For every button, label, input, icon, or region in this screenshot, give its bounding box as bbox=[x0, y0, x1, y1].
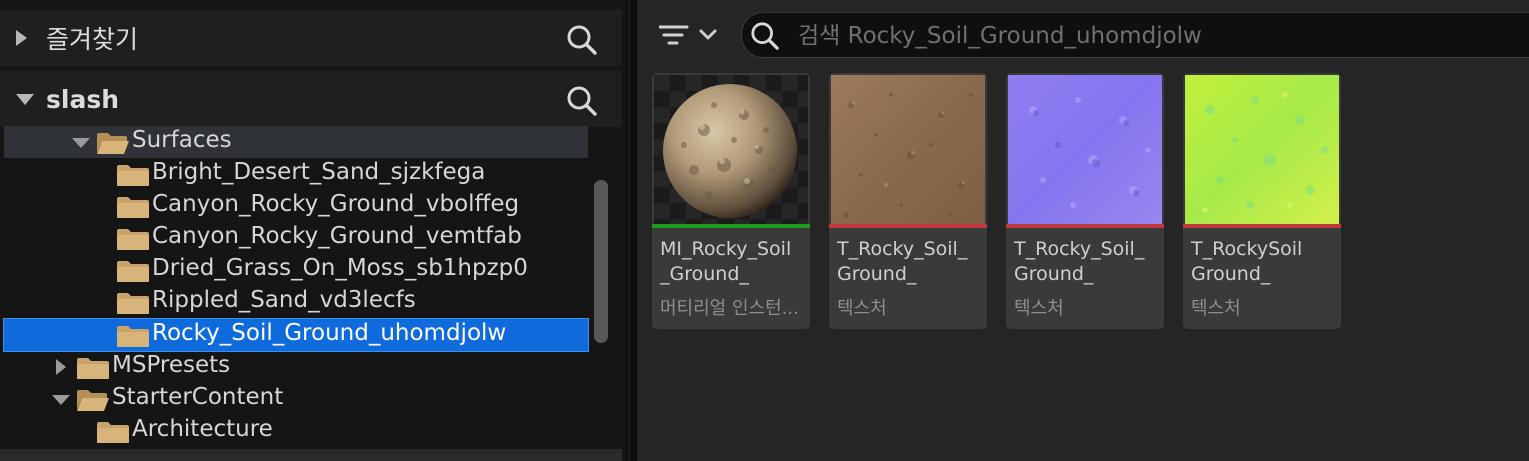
tree-item-rippled-sand[interactable]: Rippled_Sand_vd3lecfs bbox=[4, 286, 588, 318]
content-browser-sources-panel: 즐겨찾기 slash Surfaces Bright_Desert_Sand_s… bbox=[0, 0, 625, 461]
folder-tree: Surfaces Bright_Desert_Sand_sjzkfega Can… bbox=[0, 126, 600, 456]
collapse-arrow-icon[interactable] bbox=[16, 93, 34, 105]
tree-item-label: Rippled_Sand_vd3lecfs bbox=[152, 287, 416, 313]
asset-tile[interactable]: T_Rocky_Soil_ Ground_ 텍스처 bbox=[1006, 73, 1164, 329]
asset-tile[interactable]: T_Rocky_Soil_ Ground_ 텍스처 bbox=[829, 73, 987, 329]
tree-item-canyon-rocky-ground-vbolffeg[interactable]: Canyon_Rocky_Ground_vbolffeg bbox=[4, 190, 588, 222]
asset-search-input[interactable] bbox=[796, 19, 1500, 53]
asset-type-bar-texture bbox=[1006, 224, 1164, 228]
tree-item-dried-grass-on-moss[interactable]: Dried_Grass_On_Moss_sb1hpzp0 bbox=[4, 254, 588, 286]
texture-thumbnail-albedo bbox=[831, 75, 985, 225]
filter-button[interactable] bbox=[659, 20, 721, 52]
asset-type-bar-texture bbox=[829, 224, 987, 228]
tree-scrollbar-thumb[interactable] bbox=[594, 180, 608, 343]
search-icon[interactable] bbox=[566, 85, 598, 117]
folder-icon bbox=[116, 163, 150, 187]
texture-thumbnail-normal bbox=[1008, 75, 1162, 225]
tree-item-bright-desert-sand[interactable]: Bright_Desert_Sand_sjzkfega bbox=[4, 158, 588, 190]
folder-icon bbox=[76, 356, 110, 380]
folder-icon bbox=[96, 420, 130, 444]
asset-name: T_RockySoil Ground_ bbox=[1191, 238, 1303, 285]
asset-name: T_Rocky_Soil_ Ground_ bbox=[837, 238, 968, 285]
texture-thumbnail-orm bbox=[1185, 75, 1339, 225]
chevron-down-icon bbox=[699, 29, 717, 40]
tree-item-label: Dried_Grass_On_Moss_sb1hpzp0 bbox=[152, 255, 528, 281]
tree-item-label: Canyon_Rocky_Ground_vbolffeg bbox=[152, 191, 520, 217]
expand-arrow-icon[interactable] bbox=[16, 30, 27, 46]
tree-item-label: Bright_Desert_Sand_sjzkfega bbox=[152, 159, 486, 185]
collapse-arrow-icon[interactable] bbox=[72, 138, 90, 148]
asset-tile[interactable]: MI_Rocky_Soil _Ground_ 머티리얼 인스턴... bbox=[652, 73, 810, 329]
filter-icon bbox=[659, 25, 689, 45]
tree-item-architecture[interactable]: Architecture bbox=[4, 415, 588, 447]
folder-icon bbox=[116, 259, 150, 283]
tree-item-canyon-rocky-ground-vemtfab[interactable]: Canyon_Rocky_Ground_vemtfab bbox=[4, 222, 588, 254]
asset-type-bar-texture bbox=[1183, 224, 1341, 228]
asset-name: T_Rocky_Soil_ Ground_ bbox=[1014, 238, 1145, 285]
asset-type: 텍스처 bbox=[837, 298, 887, 319]
folder-icon bbox=[116, 324, 150, 348]
favorites-header[interactable]: 즐겨찾기 bbox=[0, 10, 622, 66]
collapse-arrow-icon[interactable] bbox=[52, 395, 70, 405]
search-icon bbox=[750, 21, 780, 51]
tree-item-rocky-soil-ground[interactable]: Rocky_Soil_Ground_uhomdjolw bbox=[3, 318, 589, 352]
tree-item-label: StarterContent bbox=[112, 384, 284, 410]
folder-icon bbox=[116, 195, 150, 219]
favorites-title: 즐겨찾기 bbox=[46, 25, 139, 54]
tree-item-label: Surfaces bbox=[132, 127, 232, 153]
material-thumbnail bbox=[654, 75, 808, 225]
tree-item-label: Rocky_Soil_Ground_uhomdjolw bbox=[152, 320, 507, 346]
asset-tile[interactable]: T_RockySoil Ground_ 텍스처 bbox=[1183, 73, 1341, 329]
project-header[interactable]: slash bbox=[0, 71, 622, 127]
tree-item-startercontent[interactable]: StarterContent bbox=[4, 383, 588, 415]
folder-icon bbox=[116, 227, 150, 251]
asset-name: MI_Rocky_Soil _Ground_ bbox=[660, 238, 792, 285]
search-icon[interactable] bbox=[566, 24, 598, 56]
splitter-line bbox=[628, 0, 630, 461]
tree-item-label: MSPresets bbox=[112, 352, 231, 378]
tree-item-label: Architecture bbox=[132, 416, 273, 442]
expand-arrow-icon[interactable] bbox=[56, 359, 66, 375]
project-title: slash bbox=[46, 84, 119, 114]
asset-view-panel: MI_Rocky_Soil _Ground_ 머티리얼 인스턴... T_Roc… bbox=[637, 0, 1529, 461]
panel-splitter[interactable] bbox=[625, 0, 637, 461]
asset-type-bar-material bbox=[652, 224, 810, 228]
asset-search-box[interactable] bbox=[741, 12, 1529, 58]
folder-icon bbox=[116, 291, 150, 315]
tree-item-label: Canyon_Rocky_Ground_vemtfab bbox=[152, 223, 522, 249]
tree-item-mspresets[interactable]: MSPresets bbox=[4, 351, 588, 383]
asset-type: 텍스처 bbox=[1014, 298, 1064, 319]
folder-open-icon bbox=[96, 131, 130, 155]
folder-open-icon bbox=[76, 388, 110, 412]
tree-item-surfaces[interactable]: Surfaces bbox=[4, 126, 588, 158]
asset-type: 머티리얼 인스턴... bbox=[660, 298, 799, 319]
asset-type: 텍스처 bbox=[1191, 298, 1241, 319]
tree-scrollbar[interactable] bbox=[594, 180, 608, 343]
horizontal-scrollbar[interactable] bbox=[0, 449, 622, 461]
